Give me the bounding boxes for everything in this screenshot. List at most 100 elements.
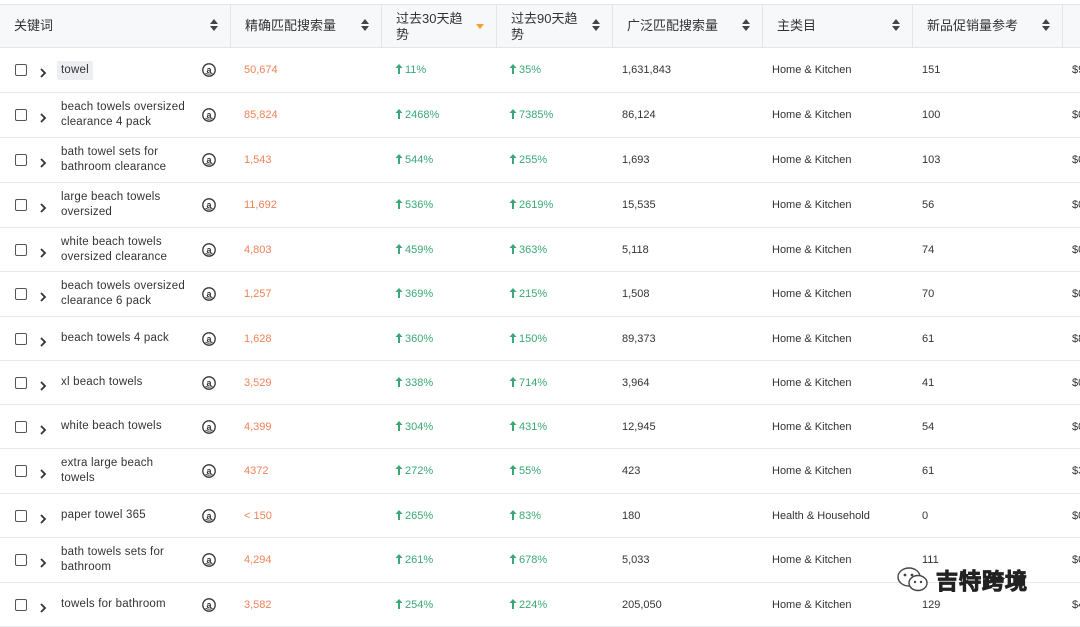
row-checkbox[interactable] [15,332,27,345]
amazon-icon[interactable]: a [202,508,216,523]
header-new-product[interactable]: 新品促销量参考 [913,5,1063,47]
amazon-icon[interactable]: a [202,287,216,301]
keyword-text-line2[interactable]: oversized [61,205,161,220]
row-checkbox[interactable] [15,154,27,166]
keyword-text[interactable]: bath towels sets for [61,545,164,560]
arrow-up-icon [509,243,517,254]
row-checkbox[interactable] [15,109,27,121]
sort-desc-active-icon[interactable] [476,19,484,33]
amazon-icon[interactable]: a [202,153,216,167]
expand-chevron-icon[interactable] [38,555,48,568]
amazon-icon[interactable]: a [202,331,216,346]
expand-chevron-icon[interactable] [38,600,48,613]
table-row[interactable]: paper towel 365 a < 150 265% 83% 180 Hea… [0,494,1080,538]
amazon-icon[interactable]: a [202,108,216,122]
header-keyword[interactable]: 关键词 [0,5,231,47]
row-checkbox[interactable] [15,465,27,477]
keyword-text-line2[interactable]: bathroom clearance [61,160,166,175]
header-trend-30[interactable]: 过去30天趋 势 [382,5,497,47]
expand-chevron-icon[interactable] [38,511,48,524]
keyword-text-line2[interactable]: clearance 6 pack [61,294,185,309]
table-row[interactable]: bath towel sets for bathroom clearance a … [0,138,1080,183]
exact-volume: 11,692 [244,199,277,211]
table-row[interactable]: beach towels 4 pack a 1,628 360% 150% 89… [0,317,1080,361]
row-checkbox[interactable] [15,509,27,522]
sort-icon[interactable] [742,19,750,33]
header-broad-volume[interactable]: 广泛匹配搜索量 [613,5,763,47]
row-checkbox[interactable] [15,64,27,76]
keyword-text-line2[interactable]: bathroom [61,560,164,575]
keyword-cell: beach towels oversized clearance 6 pack [61,272,201,316]
expand-chevron-icon[interactable] [38,289,48,302]
sort-icon[interactable] [892,19,900,33]
amazon-icon[interactable]: a [202,242,216,257]
table-row[interactable]: extra large beach towels a 4372 272% 55% … [0,449,1080,494]
amazon-icon[interactable]: a [202,464,216,478]
keyword-text[interactable]: xl beach towels [61,375,143,390]
keyword-text-line2[interactable]: towels [61,471,153,486]
sort-icon[interactable] [210,19,218,33]
expand-chevron-icon[interactable] [38,245,48,258]
trend-90-cell: 224% [509,598,547,611]
row-checkbox[interactable] [15,420,27,433]
trend-90-value: 215% [519,288,548,300]
amazon-icon[interactable]: a [202,597,216,612]
expand-chevron-icon[interactable] [38,378,48,391]
amazon-icon[interactable]: a [202,198,216,212]
expand-chevron-icon[interactable] [38,334,48,347]
header-category[interactable]: 主类目 [763,5,913,47]
header-next-column[interactable] [1063,5,1080,47]
keyword-cell: bath towels sets for bathroom [61,538,201,582]
table-row[interactable]: beach towels oversized clearance 6 pack a… [0,272,1080,317]
amazon-icon[interactable]: a [202,375,216,390]
expand-chevron-icon[interactable] [38,466,48,479]
keyword-text[interactable]: bath towel sets for [61,145,166,160]
amazon-icon[interactable]: a [202,419,216,434]
keyword-text[interactable]: towels for bathroom [61,597,166,612]
keyword-text[interactable]: paper towel 365 [61,508,146,523]
broad-volume: 15,535 [622,199,656,211]
sort-icon[interactable] [1042,19,1050,33]
keyword-cell: white beach towels oversized clearance [61,228,201,271]
table-row[interactable]: white beach towels oversized clearance a … [0,228,1080,272]
broad-volume: 5,118 [622,243,649,256]
keyword-text[interactable]: white beach towels [61,419,162,434]
table-row[interactable]: large beach towels oversized a 11,692 536… [0,183,1080,228]
table-row[interactable]: towel a 50,674 11% 35% 1,631,843 Home & … [0,48,1080,93]
expand-chevron-icon[interactable] [38,65,48,78]
row-checkbox[interactable] [15,376,27,389]
sort-icon[interactable] [592,19,600,33]
row-checkbox[interactable] [15,598,27,611]
trend-30-cell: 459% [395,243,433,256]
trend-90-value: 255% [519,154,548,166]
amazon-icon[interactable]: a [202,63,216,77]
trend-30-value: 360% [405,332,434,345]
expand-chevron-icon[interactable] [38,422,48,435]
keyword-text[interactable]: beach towels oversized [61,100,185,115]
trend-90-value: 363% [519,243,548,256]
keyword-text-line2[interactable]: oversized clearance [61,250,167,265]
sort-icon[interactable] [361,19,369,33]
header-trend-90[interactable]: 过去90天趋 势 [497,5,613,47]
expand-chevron-icon[interactable] [38,200,48,213]
keyword-text[interactable]: beach towels 4 pack [61,331,169,346]
table-row[interactable]: xl beach towels a 3,529 338% 714% 3,964 … [0,361,1080,405]
row-checkbox[interactable] [15,243,27,256]
expand-chevron-icon[interactable] [38,155,48,168]
broad-volume: 1,693 [622,154,650,166]
row-checkbox[interactable] [15,554,27,566]
keyword-text[interactable]: beach towels oversized [61,279,185,294]
keyword-text-line2[interactable]: clearance 4 pack [61,115,185,130]
amazon-icon[interactable]: a [202,553,216,567]
row-checkbox[interactable] [15,288,27,300]
keyword-text[interactable]: white beach towels [61,235,167,250]
table-row[interactable]: beach towels oversized clearance 4 pack a… [0,93,1080,138]
table-row[interactable]: white beach towels a 4,399 304% 431% 12,… [0,405,1080,449]
keyword-text[interactable]: large beach towels [61,190,161,205]
keyword-text[interactable]: extra large beach [61,456,153,471]
row-checkbox[interactable] [15,199,27,211]
trend-30-cell: 544% [395,154,433,166]
keyword-text[interactable]: towel [57,60,93,80]
header-exact-volume[interactable]: 精确匹配搜索量 [231,5,382,47]
expand-chevron-icon[interactable] [38,110,48,123]
